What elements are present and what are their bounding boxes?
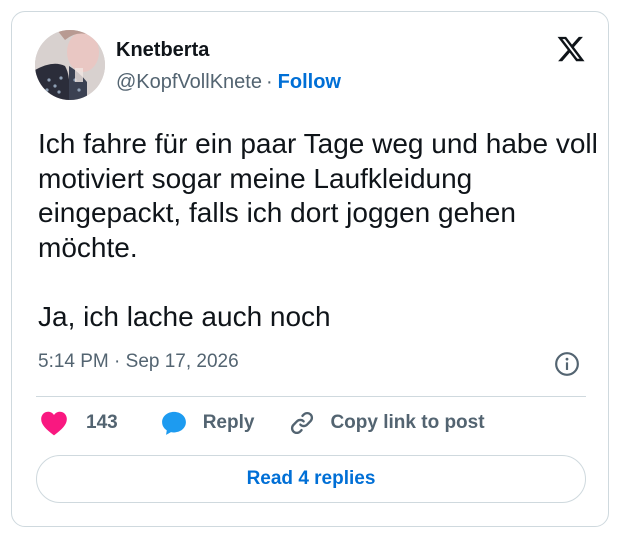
reply-button[interactable]: Reply [160,409,255,437]
tweet-text: Ich fahre für ein paar Tage weg und habe… [38,128,598,332]
tweet-card: Knetberta @KopfVollKnete · Follow Ich fahr… [11,11,609,527]
author-display-name[interactable]: Knetberta [116,38,209,62]
avatar[interactable] [35,30,105,100]
copy-link-button[interactable]: Copy link to post [288,409,485,437]
divider [36,396,586,397]
x-logo-icon[interactable] [556,34,586,64]
tweet-timestamp[interactable]: 5:14 PM · Sep 17, 2026 [38,350,239,374]
author-handle[interactable]: @KopfVollKnete [116,71,262,93]
like-count: 143 [86,412,118,433]
speech-bubble-icon [161,411,186,435]
reply-label: Reply [202,412,255,433]
author-handle-row: @KopfVollKnete · Follow [116,70,341,94]
follow-link[interactable]: Follow [278,71,341,93]
info-icon[interactable] [554,351,580,377]
like-button[interactable]: 143 [40,410,118,436]
read-replies-button[interactable]: Read 4 replies [36,455,586,503]
action-bar: 143 Reply Copy link to post [40,408,485,438]
heart-icon [41,411,67,436]
copy-link-label: Copy link to post [330,412,485,433]
link-icon [291,411,314,435]
handle-separator: · [265,71,273,93]
